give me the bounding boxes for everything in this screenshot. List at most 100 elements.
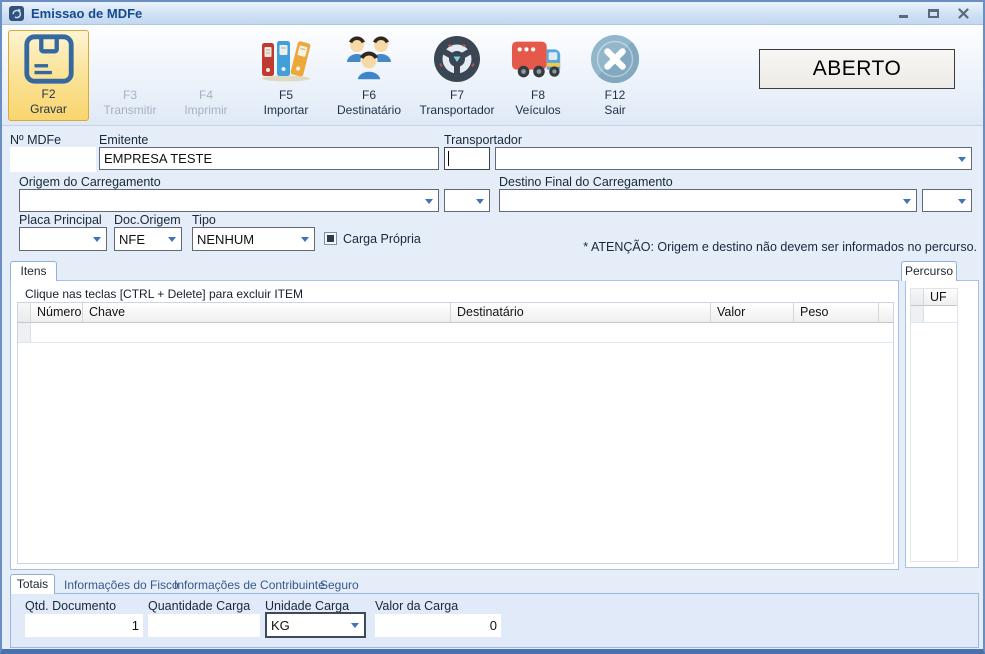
people-group-icon: [341, 33, 397, 85]
placa-select[interactable]: [19, 227, 107, 251]
checkbox-check-icon: [327, 235, 334, 242]
transportador-button[interactable]: F7 Transportador: [414, 30, 500, 121]
column-header-uf[interactable]: UF: [924, 289, 957, 306]
column-header-chave[interactable]: Chave: [83, 303, 451, 323]
row-selector-header: [911, 289, 924, 306]
quantidade-carga-field[interactable]: [148, 614, 260, 637]
transportador-key: F7: [450, 88, 464, 103]
column-header-numero[interactable]: Número: [31, 303, 83, 323]
qtd-documento-label: Qtd. Documento: [25, 599, 116, 613]
column-header-destinatario[interactable]: Destinatário: [451, 303, 711, 323]
imprimir-key: F4: [199, 88, 213, 103]
minimize-button[interactable]: [896, 6, 910, 20]
importar-label: Importar: [264, 103, 309, 118]
totais-panel: Qtd. Documento Quantidade Carga Unidade …: [10, 593, 979, 648]
close-icon: [958, 8, 969, 19]
table-row[interactable]: [18, 323, 893, 343]
valor-carga-label: Valor da Carga: [375, 599, 458, 613]
importar-button[interactable]: F5 Importar: [248, 30, 324, 121]
window-title: Emissao de MDFe: [31, 6, 142, 21]
tipo-select-value: NENHUM: [197, 232, 254, 247]
row-selector-cell[interactable]: [18, 323, 31, 342]
chevron-down-icon: [425, 199, 433, 204]
tipo-select[interactable]: NENHUM: [192, 227, 315, 251]
valor-carga-field[interactable]: [375, 614, 501, 637]
percurso-grid-header: UF: [911, 289, 957, 306]
truck-icon: [511, 37, 565, 81]
tab-informacoes-fisco[interactable]: Informações do Fisco: [64, 578, 179, 592]
tab-informacoes-contribuinte[interactable]: Informações de Contribuinte: [174, 578, 325, 592]
doc-origem-select[interactable]: NFE: [114, 227, 182, 251]
unidade-carga-select[interactable]: KG: [265, 612, 366, 638]
destino-uf-select[interactable]: [922, 189, 972, 212]
origem-uf-select[interactable]: [444, 189, 490, 212]
maximize-button[interactable]: [926, 6, 940, 20]
emitente-label: Emitente: [99, 133, 148, 147]
quantidade-carga-label: Quantidade Carga: [148, 599, 250, 613]
destinatario-key: F6: [362, 88, 376, 103]
transportador-label: Transportador: [420, 103, 495, 118]
tipo-label: Tipo: [192, 213, 216, 227]
column-header-valor[interactable]: Valor: [711, 303, 794, 323]
origem-select[interactable]: [19, 189, 439, 212]
qtd-documento-field[interactable]: [25, 614, 143, 637]
close-button[interactable]: [956, 6, 970, 20]
tab-percurso[interactable]: Percurso: [901, 261, 957, 281]
gravar-key: F2: [41, 87, 55, 102]
transmitir-label: Transmitir: [104, 103, 157, 118]
transportador-label: Transportador: [444, 133, 522, 147]
gravar-button[interactable]: F2 Gravar: [8, 30, 89, 121]
transportador-code-field[interactable]: [444, 147, 490, 170]
maximize-icon: [928, 9, 939, 18]
column-header-peso[interactable]: Peso: [794, 303, 879, 323]
chevron-down-icon: [958, 157, 966, 162]
transmitir-key: F3: [123, 88, 137, 103]
veiculos-key: F8: [531, 88, 545, 103]
unidade-carga-value: KG: [271, 618, 290, 633]
destino-select[interactable]: [499, 189, 917, 212]
sair-button[interactable]: F12 Sair: [582, 30, 648, 121]
carga-propria-checkbox[interactable]: [324, 232, 337, 245]
importar-key: F5: [279, 88, 293, 103]
doc-origem-select-value: NFE: [119, 232, 145, 247]
gravar-label: Gravar: [30, 102, 67, 117]
app-icon: [9, 6, 24, 21]
binders-import-icon: [259, 35, 313, 83]
chevron-down-icon: [93, 237, 101, 242]
veiculos-button[interactable]: F8 Veículos: [504, 30, 572, 121]
destino-label: Destino Final do Carregamento: [499, 175, 673, 189]
placa-label: Placa Principal: [19, 213, 102, 227]
carga-propria-label: Carga Própria: [343, 232, 421, 246]
itens-panel: Clique nas teclas [CTRL + Delete] para e…: [10, 280, 899, 570]
column-header-filler: [879, 303, 893, 323]
tab-totais[interactable]: Totais: [10, 574, 55, 594]
table-row[interactable]: [911, 306, 957, 323]
chevron-down-icon: [351, 623, 359, 628]
minimize-icon: [899, 15, 908, 18]
itens-grid-header: Número Chave Destinatário Valor Peso: [18, 303, 893, 323]
mdfe-number-field[interactable]: [10, 147, 96, 172]
chevron-down-icon: [903, 199, 911, 204]
tab-itens[interactable]: Itens: [10, 261, 57, 281]
warning-text: * ATENÇÃO: Origem e destino não devem se…: [502, 240, 977, 254]
window-titlebar: Emissao de MDFe: [2, 2, 983, 25]
destinatario-label: Destinatário: [337, 103, 401, 118]
itens-hint: Clique nas teclas [CTRL + Delete] para e…: [25, 287, 303, 301]
sair-label: Sair: [604, 103, 625, 118]
chevron-down-icon: [958, 199, 966, 204]
mdfe-number-label: Nº MDFe: [10, 133, 61, 147]
emitente-field[interactable]: [99, 147, 439, 170]
row-selector-header: [18, 303, 31, 323]
destinatario-button[interactable]: F6 Destinatário: [330, 30, 408, 121]
toolbar: F2 Gravar F3 Transmitir F4 Imprimir: [2, 25, 983, 126]
chevron-down-icon: [168, 237, 176, 242]
row-selector-cell[interactable]: [911, 306, 924, 322]
text-cursor: [448, 151, 449, 166]
veiculos-label: Veículos: [515, 103, 560, 118]
chevron-down-icon: [476, 199, 484, 204]
tab-seguro[interactable]: Seguro: [320, 578, 359, 592]
percurso-panel: UF: [905, 280, 979, 568]
transportador-select[interactable]: [495, 147, 972, 170]
floppy-save-icon: [21, 31, 77, 87]
imprimir-label: Imprimir: [184, 103, 227, 118]
